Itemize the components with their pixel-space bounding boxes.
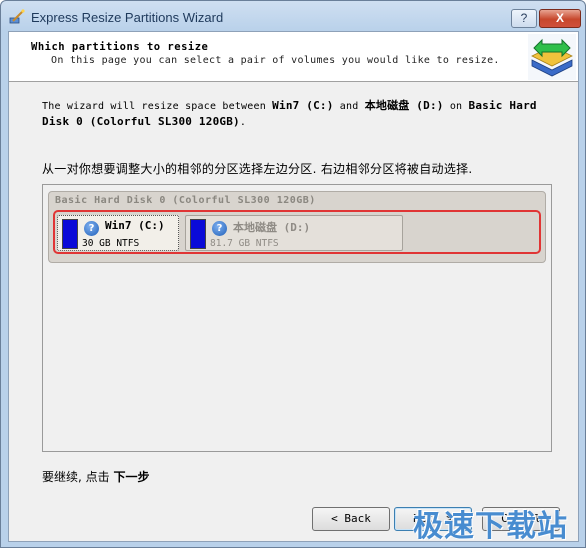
wizard-body: Which partitions to resize On this page …	[8, 31, 579, 542]
desc-volume-d: 本地磁盘 (D:)	[364, 99, 444, 112]
title-bar[interactable]: Express Resize Partitions Wizard ? X	[1, 1, 585, 31]
wizard-window: Express Resize Partitions Wizard ? X Whi…	[0, 0, 586, 548]
desc-and: and	[333, 101, 365, 112]
question-icon: ?	[212, 221, 227, 236]
continue-prefix: 要继续, 点击	[42, 470, 114, 484]
partition-c[interactable]: ? Win7 (C:) 30 GB NTFS	[57, 215, 179, 251]
partition-d-info: 81.7 GB NTFS	[210, 238, 279, 249]
help-button[interactable]: ?	[511, 9, 537, 28]
desc-volume-c: Win7 (C:)	[272, 99, 334, 112]
desc-on: on	[443, 101, 469, 112]
back-button[interactable]: < Back	[312, 507, 390, 531]
wizard-app-icon	[9, 9, 25, 24]
page-subtitle: On this page you can select a pair of vo…	[51, 55, 500, 66]
close-button[interactable]: X	[539, 9, 581, 28]
continue-action: 下一步	[113, 470, 150, 484]
partition-c-swatch	[62, 219, 78, 249]
wizard-description: The wizard will resize space between Win…	[42, 98, 552, 130]
page-title: Which partitions to resize	[31, 41, 209, 53]
partition-c-name: Win7 (C:)	[105, 219, 165, 232]
continue-hint: 要继续, 点击 下一步	[42, 468, 149, 485]
selection-instruction: 从一对你想要调整大小的相邻的分区选择左边分区. 右边相邻分区将被自动选择.	[42, 162, 473, 176]
desc-suffix: .	[239, 117, 247, 128]
selection-highlight: ? Win7 (C:) 30 GB NTFS ? 本地磁盘 (D:) 81.7 …	[53, 210, 541, 254]
partition-d-swatch	[190, 219, 206, 249]
wizard-header: Which partitions to resize On this page …	[9, 32, 578, 82]
resize-partitions-icon	[528, 34, 576, 80]
window-title: Express Resize Partitions Wizard	[31, 10, 224, 25]
partition-c-info: 30 GB NTFS	[82, 238, 140, 249]
desc-prefix: The wizard will resize space between	[42, 101, 273, 112]
partition-list[interactable]: Basic Hard Disk 0 (Colorful SL300 120GB)…	[42, 184, 552, 452]
disk-title: Basic Hard Disk 0 (Colorful SL300 120GB)	[55, 195, 316, 206]
disk-panel: Basic Hard Disk 0 (Colorful SL300 120GB)…	[48, 191, 546, 263]
partition-d-name: 本地磁盘 (D:)	[233, 221, 311, 234]
site-watermark: 极速下载站	[413, 509, 568, 544]
question-icon: ?	[84, 221, 99, 236]
partition-d[interactable]: ? 本地磁盘 (D:) 81.7 GB NTFS	[185, 215, 403, 251]
